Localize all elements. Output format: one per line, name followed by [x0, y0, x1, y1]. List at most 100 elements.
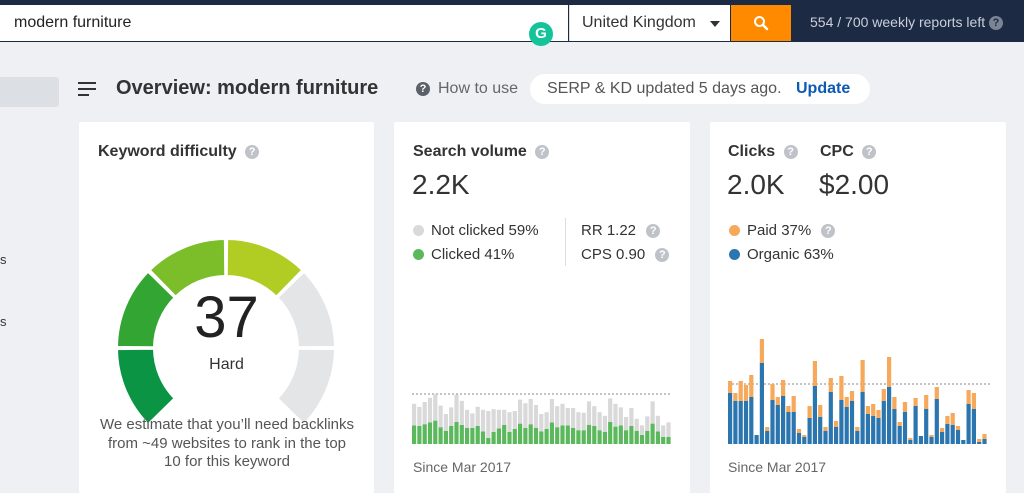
bar-organic[interactable]: [823, 431, 828, 444]
bar-organic[interactable]: [887, 387, 892, 444]
bar-paid[interactable]: [887, 357, 892, 387]
bar-clicked[interactable]: [565, 425, 570, 444]
bar-not-clicked[interactable]: [443, 414, 448, 431]
bar-paid[interactable]: [749, 375, 754, 397]
bar-clicked[interactable]: [544, 429, 549, 444]
bar-not-clicked[interactable]: [565, 408, 570, 426]
bar-organic[interactable]: [881, 401, 886, 444]
bar-paid[interactable]: [982, 434, 987, 439]
bar-paid[interactable]: [781, 380, 786, 396]
bar-paid[interactable]: [924, 395, 929, 409]
how-to-use-link[interactable]: ? How to use: [416, 80, 518, 98]
bar-organic[interactable]: [807, 418, 812, 444]
bar-not-clicked[interactable]: [486, 411, 491, 438]
bar-clicked[interactable]: [480, 431, 486, 444]
bar-paid[interactable]: [844, 397, 849, 407]
bar-clicked[interactable]: [512, 429, 517, 444]
bar-clicked[interactable]: [645, 430, 650, 444]
update-link[interactable]: Update: [796, 80, 850, 98]
bar-clicked[interactable]: [518, 423, 523, 444]
sidebar-item-label[interactable]: s: [0, 252, 7, 267]
bar-clicked[interactable]: [443, 430, 448, 444]
bar-clicked[interactable]: [592, 426, 597, 444]
bar-organic[interactable]: [844, 407, 849, 444]
bar-paid[interactable]: [775, 397, 780, 405]
bar-organic[interactable]: [728, 393, 733, 444]
bar-organic[interactable]: [802, 437, 807, 444]
bar-organic[interactable]: [860, 392, 865, 444]
bar-not-clicked[interactable]: [475, 406, 480, 426]
bar-organic[interactable]: [892, 409, 897, 444]
help-icon[interactable]: ?: [783, 144, 798, 159]
bar-paid[interactable]: [929, 435, 934, 437]
bar-clicked[interactable]: [470, 427, 475, 444]
bar-organic[interactable]: [849, 401, 855, 444]
bar-clicked[interactable]: [634, 430, 639, 444]
bar-not-clicked[interactable]: [507, 412, 512, 432]
bar-clicked[interactable]: [597, 430, 602, 444]
bar-paid[interactable]: [913, 398, 918, 406]
bar-not-clicked[interactable]: [470, 413, 475, 428]
bar-organic[interactable]: [839, 400, 844, 444]
bar-paid[interactable]: [823, 427, 828, 431]
bar-not-clicked[interactable]: [560, 403, 565, 426]
bar-clicked[interactable]: [502, 424, 507, 444]
bar-organic[interactable]: [754, 435, 759, 444]
bar-clicked[interactable]: [539, 431, 544, 444]
bar-paid[interactable]: [897, 422, 902, 426]
bar-not-clicked[interactable]: [518, 399, 523, 424]
help-icon[interactable]: ?: [646, 224, 661, 239]
bar-not-clicked[interactable]: [624, 417, 629, 431]
bar-organic[interactable]: [818, 417, 823, 444]
bar-not-clicked[interactable]: [666, 422, 671, 437]
bar-clicked[interactable]: [449, 426, 454, 444]
help-icon[interactable]: ?: [821, 224, 836, 239]
bar-organic[interactable]: [876, 418, 881, 444]
bar-paid[interactable]: [728, 381, 733, 393]
bar-organic[interactable]: [950, 425, 955, 444]
bar-clicked[interactable]: [576, 430, 581, 444]
grammarly-icon[interactable]: G: [529, 22, 553, 46]
country-select[interactable]: United Kingdom: [569, 5, 730, 41]
bar-paid[interactable]: [977, 439, 982, 442]
bar-clicked[interactable]: [655, 431, 660, 444]
bar-paid[interactable]: [786, 406, 791, 412]
bar-not-clicked[interactable]: [412, 403, 417, 426]
bar-organic[interactable]: [982, 439, 987, 444]
bar-organic[interactable]: [733, 401, 738, 444]
bar-organic[interactable]: [971, 409, 976, 444]
bar-clicked[interactable]: [533, 427, 539, 444]
bar-organic[interactable]: [834, 427, 839, 444]
bar-organic[interactable]: [955, 430, 961, 444]
bar-not-clicked[interactable]: [650, 401, 655, 424]
bar-paid[interactable]: [945, 416, 950, 424]
search-input[interactable]: [14, 5, 514, 41]
bar-organic[interactable]: [791, 412, 796, 444]
bar-not-clicked[interactable]: [613, 403, 618, 427]
bar-not-clicked[interactable]: [539, 414, 544, 432]
bar-organic[interactable]: [929, 437, 934, 444]
bar-organic[interactable]: [749, 397, 754, 444]
bar-not-clicked[interactable]: [533, 405, 539, 428]
bar-organic[interactable]: [940, 432, 945, 444]
bar-clicked[interactable]: [581, 430, 586, 444]
bar-not-clicked[interactable]: [491, 409, 496, 432]
bar-not-clicked[interactable]: [661, 425, 666, 437]
bar-not-clicked[interactable]: [496, 409, 501, 429]
bar-paid[interactable]: [839, 376, 844, 400]
bar-not-clicked[interactable]: [544, 412, 549, 429]
bar-clicked[interactable]: [666, 436, 671, 444]
bar-organic[interactable]: [913, 406, 918, 444]
bar-organic[interactable]: [934, 399, 939, 444]
bar-clicked[interactable]: [528, 424, 533, 444]
menu-icon[interactable]: [78, 82, 96, 96]
bar-not-clicked[interactable]: [459, 400, 464, 425]
bar-organic[interactable]: [977, 442, 982, 444]
bar-paid[interactable]: [791, 396, 796, 412]
bar-organic[interactable]: [765, 431, 770, 444]
bar-not-clicked[interactable]: [449, 407, 454, 426]
bar-clicked[interactable]: [602, 432, 607, 444]
bar-organic[interactable]: [812, 386, 817, 444]
bar-clicked[interactable]: [523, 427, 528, 444]
bar-clicked[interactable]: [549, 422, 554, 444]
